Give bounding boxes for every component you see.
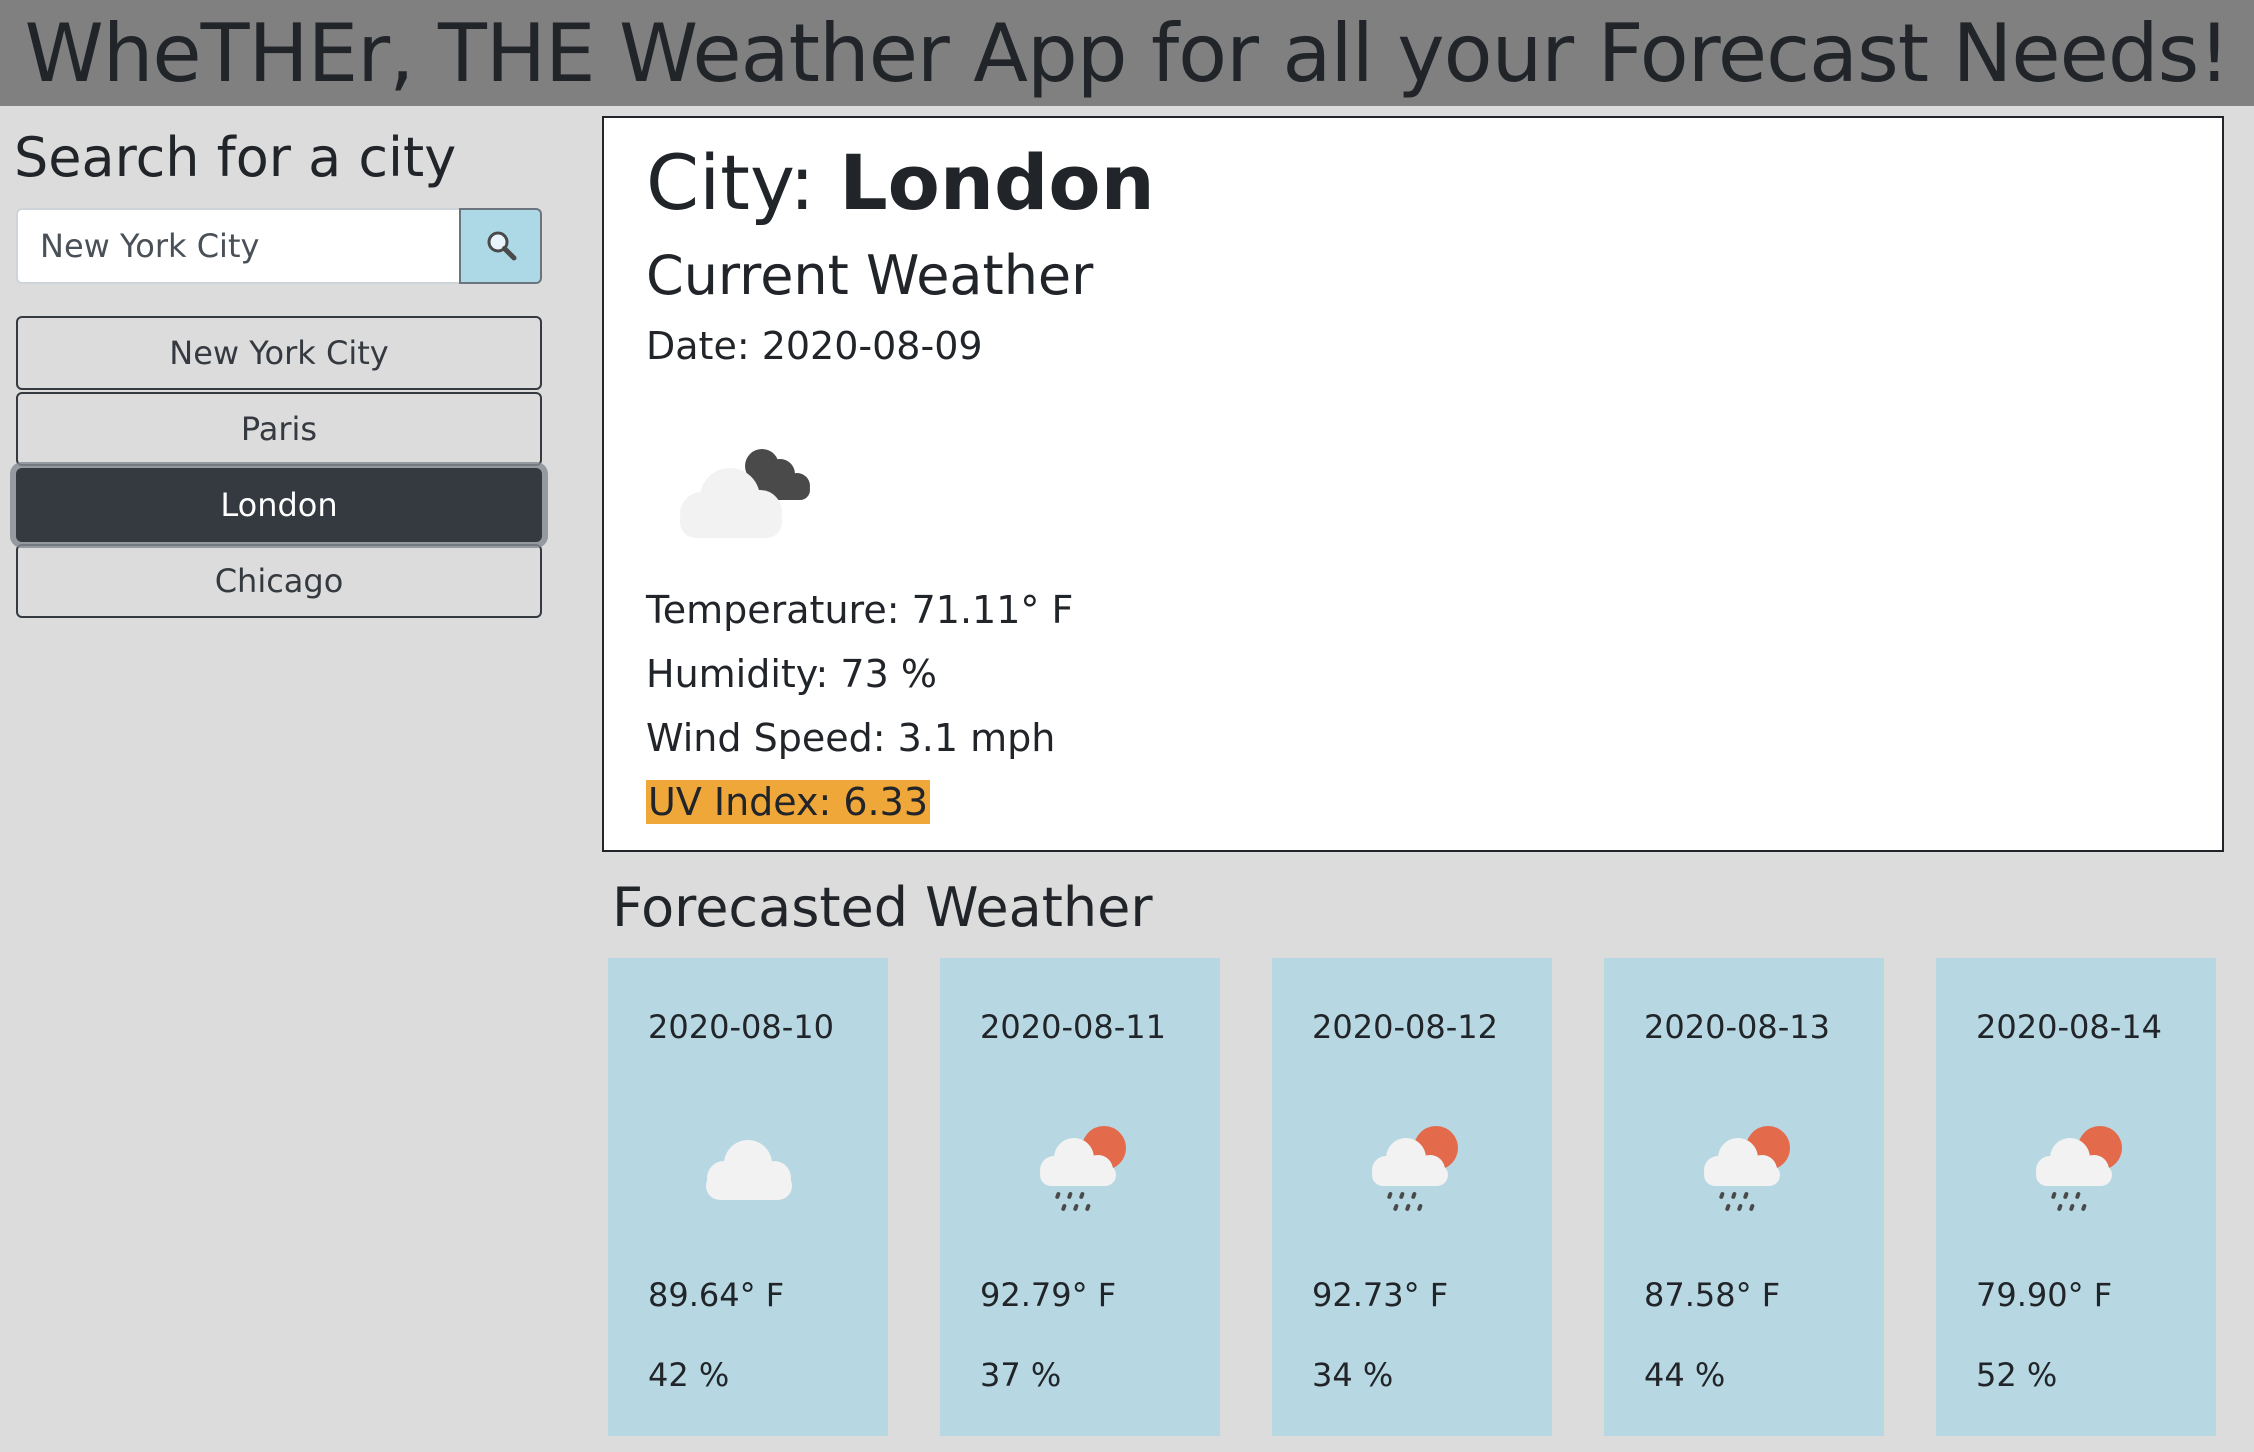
forecast-temperature: 79.90° F [1976,1276,2113,1314]
forecast-date: 2020-08-10 [648,1008,834,1046]
forecast-humidity: 44 % [1644,1356,1726,1394]
search-heading: Search for a city [14,126,457,189]
forecast-card: 2020-08-14 79.90° F 52 % [1936,958,2216,1436]
forecast-temperature: 87.58° F [1644,1276,1781,1314]
broken-clouds-icon [680,449,810,538]
current-temperature: Temperature: 71.11° F [646,588,1074,632]
forecast-card: 2020-08-12 92.73° F 34 % [1272,958,1552,1436]
search-group [16,208,542,284]
city-heading: City: London [646,138,1155,227]
rain-sun-icon [1040,1126,1126,1211]
current-date: Date: 2020-08-09 [646,324,983,368]
rain-sun-icon [2036,1126,2122,1211]
city-history-list: New York City Paris London Chicago [16,316,542,620]
forecast-temperature: 89.64° F [648,1276,785,1314]
forecast-date: 2020-08-13 [1644,1008,1830,1046]
forecast-temperature: 92.73° F [1312,1276,1449,1314]
city-button-new-york-city[interactable]: New York City [16,316,542,390]
rain-sun-icon [1372,1126,1458,1211]
current-weather-heading: Current Weather [646,244,1094,307]
forecast-card: 2020-08-10 89.64° F 42 % [608,958,888,1436]
app-title: WheTHEr, THE Weather App for all your Fo… [24,6,2231,100]
rain-sun-icon [1704,1126,1790,1211]
city-button-london[interactable]: London [16,468,542,542]
current-weather-card: City: London Current Weather Date: 2020-… [602,116,2224,852]
city-prefix: City: [646,138,816,227]
city-search-input[interactable] [16,208,459,284]
city-name: London [839,138,1155,227]
city-button-chicago[interactable]: Chicago [16,544,542,618]
forecast-date: 2020-08-14 [1976,1008,2162,1046]
forecast-humidity: 52 % [1976,1356,2058,1394]
search-button[interactable] [459,208,542,284]
search-icon [487,231,516,261]
current-uv-row: UV Index: 6.33 [646,780,930,824]
forecast-humidity: 42 % [648,1356,730,1394]
forecast-heading: Forecasted Weather [612,876,1153,939]
cloud-icon [706,1140,792,1200]
forecast-card: 2020-08-11 92.79° F 37 % [940,958,1220,1436]
forecast-date: 2020-08-12 [1312,1008,1498,1046]
forecast-humidity: 37 % [980,1356,1062,1394]
current-humidity: Humidity: 73 % [646,652,937,696]
forecast-humidity: 34 % [1312,1356,1394,1394]
app-header: WheTHEr, THE Weather App for all your Fo… [0,0,2254,106]
forecast-card: 2020-08-13 87.58° F 44 % [1604,958,1884,1436]
uv-index-badge: UV Index: 6.33 [646,780,930,824]
current-wind-speed: Wind Speed: 3.1 mph [646,716,1056,760]
forecast-temperature: 92.79° F [980,1276,1117,1314]
city-button-paris[interactable]: Paris [16,392,542,466]
forecast-date: 2020-08-11 [980,1008,1166,1046]
